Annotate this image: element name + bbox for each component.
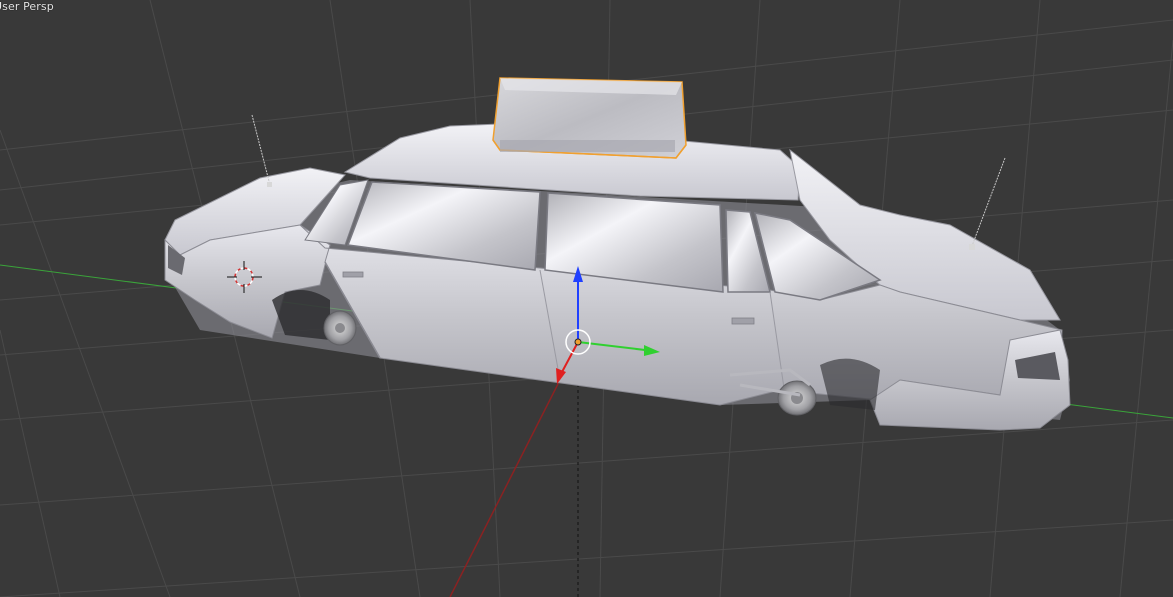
rear-wheel xyxy=(323,310,357,346)
front-antenna xyxy=(971,157,1006,247)
taxi-roof-sign[interactable] xyxy=(492,77,687,159)
car-model[interactable] xyxy=(164,77,1071,431)
front-wheel xyxy=(777,380,817,416)
viewport-canvas[interactable] xyxy=(0,0,1173,597)
origin-point-icon xyxy=(574,338,582,346)
viewport-view-label: User Persp xyxy=(0,0,54,13)
3d-viewport[interactable]: User Persp xyxy=(0,0,1173,597)
world-x-axis xyxy=(449,379,561,597)
rear-antenna xyxy=(251,114,271,186)
